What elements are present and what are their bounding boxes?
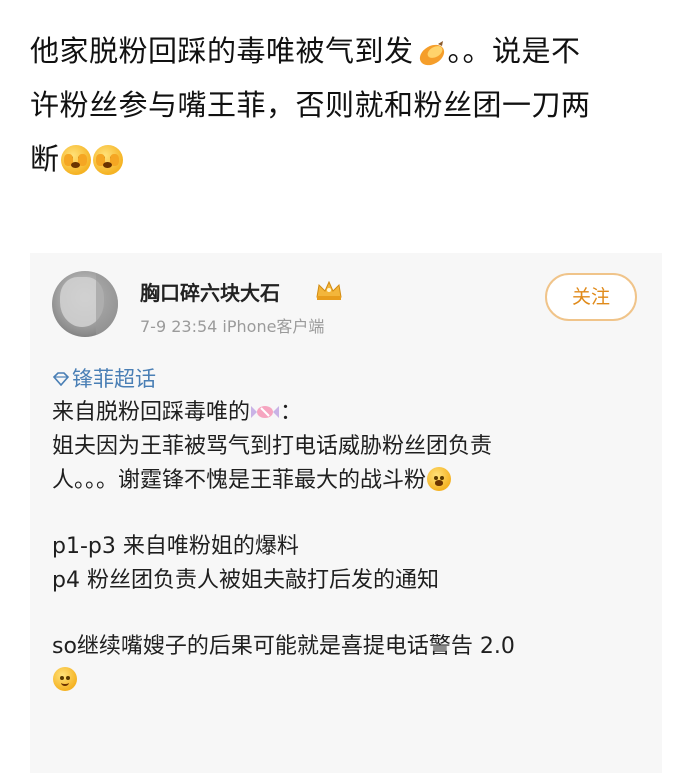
diamond-icon — [52, 372, 70, 386]
face-peeking-icon — [60, 145, 91, 175]
face-smiling-icon — [53, 667, 77, 691]
body-line: 姐夫因为王菲被骂气到打电话威胁粉丝团负责 — [52, 434, 493, 459]
post-meta: 7-9 23:54 iPhone客户端 — [140, 317, 325, 336]
post-text: 他家脱粉回踩的毒唯被气到发 。。说是不 许粉丝参与嘴王菲，否则就和粉丝团一刀两 … — [30, 24, 670, 186]
username[interactable]: 胸口碎六块大石 — [140, 277, 280, 306]
post-line-3: 断 — [30, 132, 670, 186]
body-line: p4 粉丝团负责人被姐夫敲打后发的通知 — [52, 568, 439, 593]
face-flushed-icon — [427, 467, 452, 491]
face-peeking-icon — [92, 145, 123, 175]
body-line: so继续嘴嫂子的后果可能就是喜提电话警告 2.0 — [52, 634, 515, 659]
topic-link[interactable]: 锋菲超话 — [52, 363, 156, 393]
avatar[interactable] — [52, 271, 118, 337]
body-line: 人。。。谢霆锋不愧是王菲最大的战斗粉 — [52, 464, 642, 498]
quoted-body: 来自脱粉回踩毒唯的 ： 姐夫因为王菲被骂气到打电话威胁粉丝团负责 人。。。谢霆锋… — [52, 396, 642, 698]
follow-button[interactable]: 关注 — [545, 273, 637, 321]
body-line: 来自脱粉回踩毒唯的 ： — [52, 400, 303, 425]
crown-badge-icon — [316, 280, 342, 300]
body-line: p1-p3 来自唯粉姐的爆料 — [52, 534, 299, 559]
body-line — [52, 664, 642, 698]
quoted-post[interactable]: 胸口碎六块大石 7-9 23:54 iPhone客户端 关注 锋菲超话 来自脱粉… — [30, 253, 662, 773]
post-line-1: 他家脱粉回踩的毒唯被气到发 。。说是不 — [30, 34, 581, 68]
sweet-potato-icon — [419, 41, 444, 66]
post-line-2: 许粉丝参与嘴王菲，否则就和粉丝团一刀两 — [30, 88, 591, 122]
candy-icon — [251, 406, 280, 418]
